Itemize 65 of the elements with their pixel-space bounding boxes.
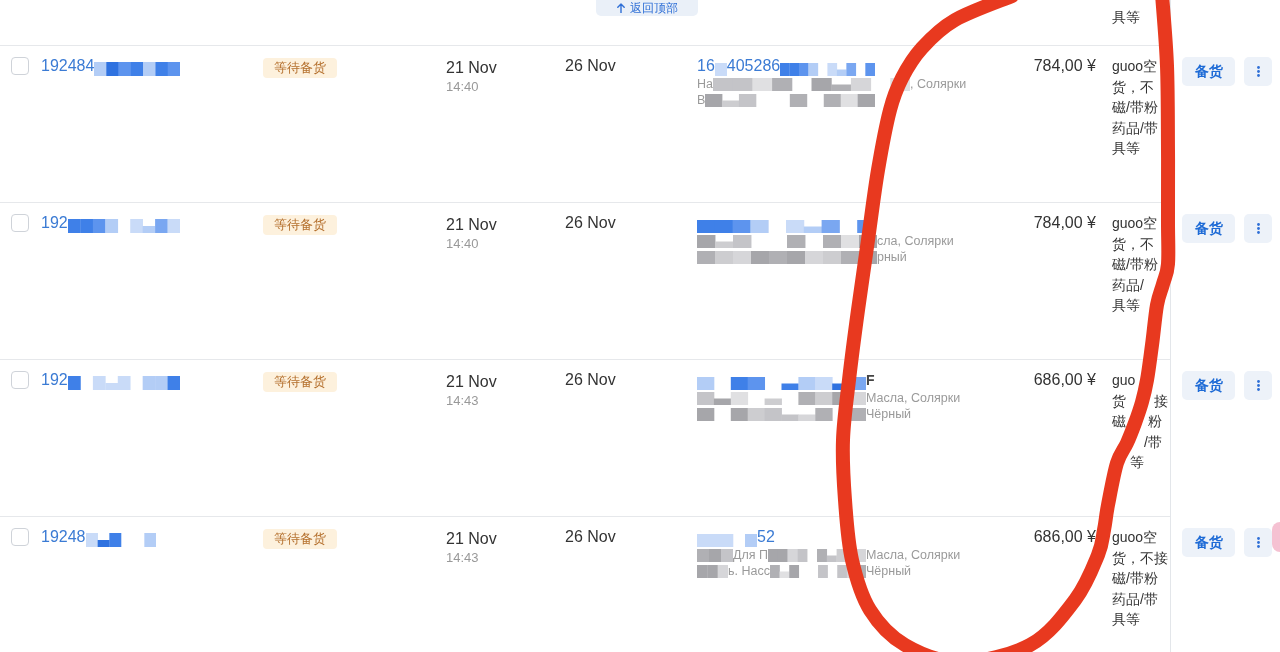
created-time: 14:40 (446, 235, 480, 253)
more-button[interactable] (1244, 57, 1272, 86)
row-checkbox[interactable] (11, 214, 29, 232)
order-number-link[interactable]: 192484 (41, 56, 95, 76)
order-note: guo 货 接 磁 粉 /带 等 (1112, 371, 1169, 472)
created-date: 21 Nov (446, 58, 498, 78)
order-note: guoo空 货，不接 磁/带粉 药品/带 具等 (1112, 528, 1169, 629)
product-detail-text: Для П (733, 547, 768, 563)
order-price: 686,00 ¥ (1033, 528, 1096, 545)
order-price: 686,00 ¥ (1033, 371, 1096, 388)
product-sku-link[interactable]: 52 (757, 527, 775, 547)
more-button[interactable] (1244, 528, 1272, 557)
row-checkbox[interactable] (11, 57, 29, 75)
stock-up-button[interactable]: 备货 (1182, 214, 1235, 243)
created-time: 14:43 (446, 549, 480, 567)
arrow-up-icon (616, 3, 625, 13)
row-checkbox[interactable] (11, 528, 29, 546)
back-to-top-button[interactable]: 返回顶部 (596, 0, 698, 16)
product-detail-text: Масла, Солярки (866, 547, 961, 563)
order-price: 784,00 ¥ (1033, 214, 1096, 231)
ship-by-date: 26 Nov (565, 370, 617, 390)
created-date: 21 Nov (446, 372, 498, 392)
created-date: 21 Nov (446, 215, 498, 235)
order-note: guoo空 货，不 磁/带粉 药品/带 具等 (1112, 57, 1159, 158)
order-note: guoo空 货，不 磁/带粉 药品/ 具等 (1112, 214, 1159, 315)
order-number-link[interactable]: 192 (41, 370, 68, 390)
ship-by-date: 26 Nov (565, 527, 617, 547)
order-number-link[interactable]: 192 (41, 213, 68, 233)
stock-up-button[interactable]: 备货 (1182, 528, 1235, 557)
product-detail-text: Чёрный (866, 563, 912, 579)
more-button[interactable] (1244, 214, 1272, 243)
product-detail-text: сла, Солярки (877, 233, 954, 249)
product-sku-link[interactable]: 405286 (726, 56, 781, 76)
product-detail-text: Чёрный (866, 406, 912, 422)
floating-bubble[interactable] (1272, 522, 1280, 552)
product-title: F (866, 371, 875, 390)
row-checkbox[interactable] (11, 371, 29, 389)
created-date: 21 Nov (446, 529, 498, 549)
order-note: 具等 (1112, 10, 1141, 24)
created-time: 14:43 (446, 392, 480, 410)
order-price: 784,00 ¥ (1033, 57, 1096, 74)
product-detail-text: В (697, 92, 706, 108)
more-vertical-icon (1256, 66, 1260, 77)
status-tag: 等待备货 (263, 372, 337, 392)
order-number-link[interactable]: 19248 (41, 527, 86, 547)
more-vertical-icon (1256, 537, 1260, 548)
product-detail-text: , Солярки (910, 76, 967, 92)
product-detail-text: На (697, 76, 713, 92)
status-tag: 等待备货 (263, 529, 337, 549)
more-vertical-icon (1256, 223, 1260, 234)
mosaic-drawing (697, 564, 728, 578)
product-sku-link[interactable]: 16 (697, 56, 715, 76)
ship-by-date: 26 Nov (565, 213, 617, 233)
more-button[interactable] (1244, 371, 1272, 400)
status-tag: 等待备货 (263, 58, 337, 78)
stock-up-button[interactable]: 备货 (1182, 371, 1235, 400)
product-detail-text: Масла, Солярки (866, 390, 961, 406)
more-vertical-icon (1256, 380, 1260, 391)
status-tag: 等待备货 (263, 215, 337, 235)
ship-by-date: 26 Nov (565, 56, 617, 76)
created-time: 14:40 (446, 78, 480, 96)
stock-up-button[interactable]: 备货 (1182, 57, 1235, 86)
product-detail-text: рный (877, 249, 907, 265)
mosaic-drawing (85, 533, 156, 547)
product-detail-text: ь. Насс (728, 563, 770, 579)
